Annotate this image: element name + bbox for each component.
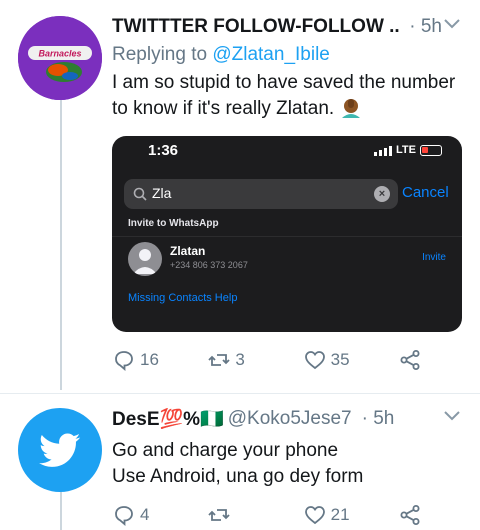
reply-button[interactable]: 16: [112, 348, 170, 372]
tweet-text-line: Use Android, una go dey form: [112, 466, 364, 487]
reply-icon: [115, 506, 133, 526]
signal-icon: [374, 145, 393, 156]
replying-prefix: Replying to: [112, 44, 208, 65]
battery-icon: [420, 144, 442, 156]
like-count: 35: [330, 350, 350, 369]
tweet[interactable]: DesE💯%🇳🇬 @Koko5Jese7 · 5h Go and charge …: [112, 404, 466, 490]
phone-status-bar: 1:36 LTE: [112, 136, 462, 168]
chevron-down-icon[interactable]: [442, 17, 462, 37]
phone-contact-row: [112, 236, 462, 280]
tweet-text: Go and charge your phone Use Android, un…: [112, 438, 466, 490]
phone-section-label: Invite to WhatsApp: [128, 218, 219, 229]
timestamp[interactable]: · 5h: [362, 408, 395, 430]
timestamp[interactable]: · 5h: [409, 16, 442, 38]
phone-search-value: Zla: [152, 185, 172, 201]
thread-connector: [60, 100, 62, 390]
phone-status-right: LTE: [374, 144, 442, 156]
missing-contacts-help: Missing Contacts Help: [128, 292, 238, 304]
reply-count: 16: [140, 350, 159, 369]
tweet-text-line: Go and charge your phone: [112, 440, 339, 461]
reply-icon: [115, 351, 133, 371]
facepalm-emoji: [340, 96, 362, 118]
like-count: 21: [330, 505, 350, 524]
contact-phone: +234 806 373 2067: [170, 260, 248, 270]
tweet-divider: [0, 393, 480, 394]
like-button[interactable]: 21: [303, 503, 361, 527]
twitter-bird-icon: [39, 433, 81, 467]
tweet-text: I am so stupid to have saved the number …: [112, 70, 466, 122]
svg-text:Barnacles: Barnacles: [38, 49, 81, 59]
tweet-text-content: I am so stupid to have saved the number …: [112, 72, 456, 119]
share-button[interactable]: [398, 503, 422, 527]
share-icon: [400, 505, 420, 525]
chevron-down-icon[interactable]: [442, 409, 462, 429]
reply-button[interactable]: 4: [112, 503, 170, 527]
share-icon: [400, 350, 420, 370]
retweet-icon: [208, 509, 230, 521]
avatar[interactable]: Barnacles: [18, 16, 102, 100]
reply-count: 4: [140, 505, 150, 524]
display-name[interactable]: TWITTTER FOLLOW-FOLLOW ...: [112, 16, 399, 38]
tweet-actions: 16 3 35: [112, 348, 422, 372]
like-icon: [304, 351, 325, 370]
contact-name: Zlatan: [170, 244, 206, 258]
retweet-button[interactable]: [207, 503, 265, 527]
display-name[interactable]: DesE💯%🇳🇬: [112, 407, 224, 431]
avatar[interactable]: [18, 408, 102, 492]
phone-cancel-label: Cancel: [402, 184, 449, 201]
retweet-icon: [208, 354, 230, 366]
clear-icon: ×: [374, 186, 390, 202]
tweet[interactable]: TWITTTER FOLLOW-FOLLOW ... · 5h Replying…: [112, 12, 466, 122]
retweet-button[interactable]: 3: [207, 348, 265, 372]
mention-link[interactable]: @Zlatan_Ibile: [212, 44, 330, 65]
screenshot-media[interactable]: 1:36 LTE Zla × Cancel Invite to WhatsApp…: [112, 136, 462, 332]
tweet-actions: 4 21: [112, 503, 422, 527]
replying-to: Replying to @Zlatan_Ibile: [112, 44, 466, 66]
like-icon: [304, 506, 325, 525]
contact-avatar-icon: [128, 242, 162, 276]
share-button[interactable]: [398, 348, 422, 372]
network-label: LTE: [396, 144, 416, 156]
phone-time: 1:36: [148, 142, 179, 159]
retweet-count: 3: [235, 350, 245, 369]
phone-search-field: Zla ×: [124, 179, 398, 209]
search-icon: [133, 187, 147, 201]
like-button[interactable]: 35: [303, 348, 361, 372]
handle[interactable]: @Koko5Jese7: [228, 408, 352, 430]
invite-label: Invite: [422, 252, 446, 263]
barnacles-logo-icon: Barnacles: [18, 16, 102, 100]
